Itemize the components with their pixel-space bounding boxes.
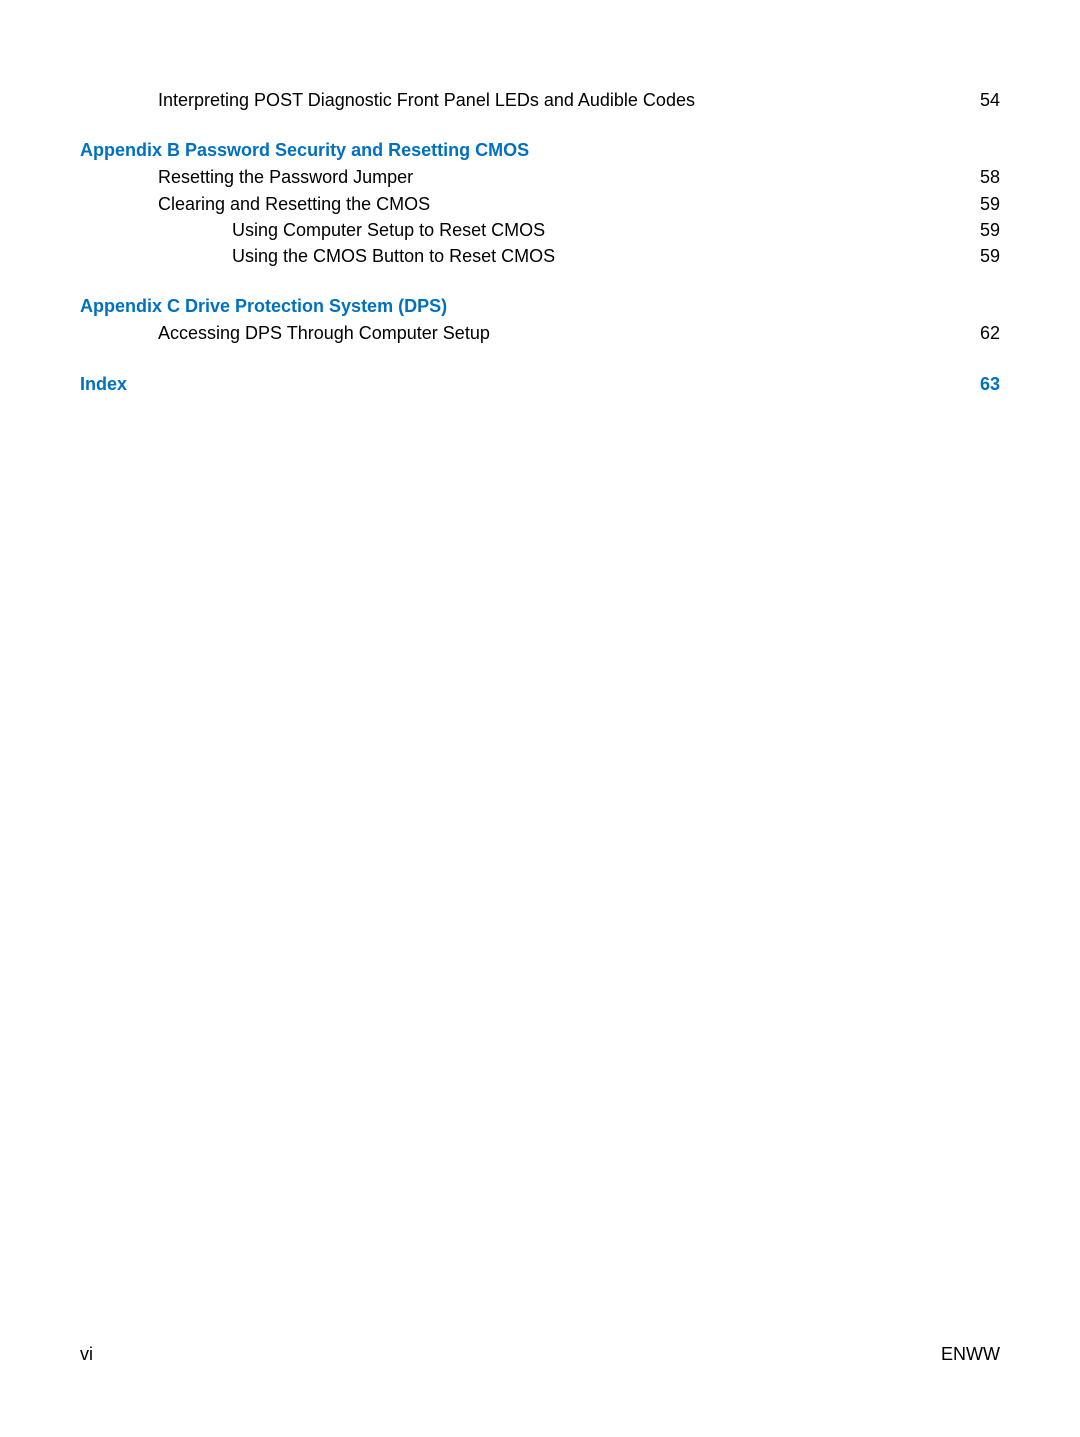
toc-entry[interactable]: Using Computer Setup to Reset CMOS 59 [80, 218, 1000, 242]
toc-entry-page: 59 [980, 218, 1000, 242]
index-label: Index [80, 374, 127, 395]
toc-entry[interactable]: Clearing and Resetting the CMOS 59 [80, 192, 1000, 216]
toc-entry-page: 59 [980, 192, 1000, 216]
toc-entry-text: Interpreting POST Diagnostic Front Panel… [158, 88, 695, 112]
toc-entry-text: Clearing and Resetting the CMOS [158, 192, 430, 216]
toc-entry[interactable]: Interpreting POST Diagnostic Front Panel… [80, 88, 1000, 112]
toc-entry-text: Using the CMOS Button to Reset CMOS [232, 244, 555, 268]
toc-entry-page: 54 [980, 88, 1000, 112]
toc-entry-text: Using Computer Setup to Reset CMOS [232, 218, 545, 242]
toc-entry[interactable]: Accessing DPS Through Computer Setup 62 [80, 321, 1000, 345]
toc-entry-text: Resetting the Password Jumper [158, 165, 413, 189]
appendix-c-heading[interactable]: Appendix C Drive Protection System (DPS) [80, 296, 1000, 317]
appendix-b-heading[interactable]: Appendix B Password Security and Resetti… [80, 140, 1000, 161]
toc-entry-page: 58 [980, 165, 1000, 189]
toc-entry[interactable]: Resetting the Password Jumper 58 [80, 165, 1000, 189]
toc-entry[interactable]: Using the CMOS Button to Reset CMOS 59 [80, 244, 1000, 268]
footer-page-number: vi [80, 1344, 93, 1365]
toc-entry-text: Accessing DPS Through Computer Setup [158, 321, 490, 345]
index-page: 63 [980, 374, 1000, 395]
toc-content: Interpreting POST Diagnostic Front Panel… [0, 0, 1080, 395]
toc-entry-page: 59 [980, 244, 1000, 268]
toc-entry-page: 62 [980, 321, 1000, 345]
page-footer: vi ENWW [80, 1344, 1000, 1365]
footer-locale-code: ENWW [941, 1344, 1000, 1365]
index-entry[interactable]: Index 63 [80, 374, 1000, 395]
